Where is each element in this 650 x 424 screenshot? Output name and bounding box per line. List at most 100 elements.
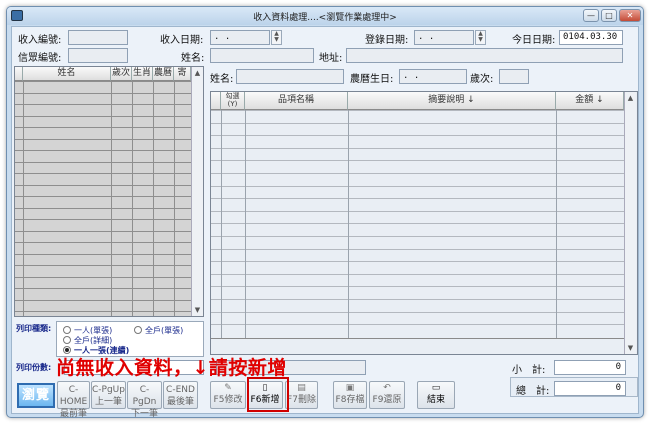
table-row[interactable] (15, 161, 191, 163)
table-row[interactable] (211, 110, 624, 111)
save-button[interactable]: ▣ F8存檔 (333, 381, 367, 409)
button-label: 上一筆 (94, 397, 122, 407)
table-row[interactable] (211, 273, 624, 275)
income-date-field[interactable]: . . (210, 30, 270, 45)
lunar-birth-label: 農曆生日: (350, 74, 394, 85)
restore-button[interactable]: ↶ F9還原 (369, 381, 405, 409)
table-row[interactable] (211, 311, 624, 313)
total-label: 總 計: (516, 386, 550, 397)
col-header-name[interactable]: 姓名 (23, 67, 111, 81)
option-label: 全戶(單張) (145, 326, 184, 335)
total-field: 0 (554, 381, 626, 396)
table-row[interactable] (211, 324, 624, 326)
record-date-spinner[interactable]: ▲ ▼ (475, 30, 486, 45)
col-header-lunar[interactable]: 農曆 (153, 67, 174, 81)
table-row[interactable] (15, 311, 191, 312)
table-row[interactable] (211, 299, 624, 300)
record-date-field[interactable]: . . (414, 30, 474, 45)
table-row[interactable] (15, 276, 191, 278)
button-label: 最後筆 (166, 397, 194, 407)
table-row[interactable] (211, 160, 624, 162)
income-no-field[interactable] (68, 30, 128, 45)
table-row[interactable] (15, 92, 191, 94)
table-row[interactable] (15, 230, 191, 232)
table-row[interactable] (211, 210, 624, 212)
col-header-summary[interactable]: 摘要說明 ↓ (348, 92, 556, 110)
believer-no-field[interactable] (68, 48, 128, 63)
table-row[interactable] (15, 265, 191, 266)
first-record-button[interactable]: C-HOME 最前筆 (57, 381, 90, 417)
believer-no-label: 信眾編號: (18, 53, 62, 64)
income-date-spinner[interactable]: ▲ ▼ (271, 30, 282, 45)
table-row[interactable] (15, 104, 191, 105)
table-row[interactable] (211, 185, 624, 187)
table-row[interactable] (15, 150, 191, 151)
lunar-birth-field[interactable]: . . (399, 69, 467, 84)
table-row[interactable] (15, 207, 191, 209)
radio-one-person-single[interactable] (63, 326, 71, 334)
col-header-check[interactable]: 勾選 (Y) (221, 92, 245, 110)
believer-list-grid[interactable]: 姓名 歲次 生肖 農曆 寄 ▲ ▼ (14, 66, 204, 317)
table-row[interactable] (211, 147, 624, 149)
address-label: 地址: (319, 53, 343, 64)
col-header-zodiac[interactable]: 生肖 (132, 67, 153, 81)
table-row[interactable] (15, 253, 191, 255)
table-row[interactable] (211, 198, 624, 200)
button-key-label: F9還原 (372, 395, 402, 405)
print-type-label: 列印種類: (16, 324, 52, 333)
table-row[interactable] (211, 223, 624, 225)
last-record-button[interactable]: C-END 最後筆 (163, 381, 198, 409)
scroll-up-icon[interactable]: ▲ (193, 68, 202, 78)
table-row[interactable] (211, 261, 624, 263)
right-grid-scrollbar[interactable]: ▲ ▼ (624, 92, 636, 354)
edit-button[interactable]: ✎ F5修改 (210, 381, 246, 409)
next-record-button[interactable]: C-PgDn 下一筆 (127, 381, 162, 417)
scroll-down-icon[interactable]: ▼ (193, 305, 202, 315)
address-field[interactable] (346, 48, 623, 63)
table-row[interactable] (15, 288, 191, 289)
table-row[interactable] (15, 196, 191, 197)
minimize-button[interactable]: — (583, 9, 599, 22)
table-row[interactable] (15, 127, 191, 128)
table-row[interactable] (15, 299, 191, 301)
name-label: 姓名: (181, 53, 205, 64)
detail-name-field[interactable] (236, 69, 344, 84)
table-row[interactable] (15, 242, 191, 243)
col-header-item-name[interactable]: 品項名稱 (245, 92, 348, 110)
table-row[interactable] (15, 184, 191, 186)
left-grid-scrollbar[interactable]: ▲ ▼ (191, 67, 203, 316)
table-row[interactable] (15, 173, 191, 174)
button-key-label: F7刪除 (287, 395, 316, 405)
income-items-grid[interactable]: 勾選 (Y) 品項名稱 摘要說明 ↓ 金額 ↓ ▲ ▼ (210, 91, 638, 355)
table-row[interactable] (15, 81, 191, 82)
table-row[interactable] (211, 122, 624, 124)
close-button[interactable]: ✕ (619, 9, 641, 22)
detail-age-label: 歲次: (470, 74, 494, 85)
col-header-age[interactable]: 歲次 (111, 67, 132, 81)
scroll-up-icon[interactable]: ▲ (626, 93, 635, 103)
window-title: 收入資料處理....<瀏覽作業處理中> (253, 13, 397, 23)
table-row[interactable] (211, 173, 624, 174)
grid-footer-line (211, 338, 624, 339)
scroll-down-icon[interactable]: ▼ (626, 343, 635, 353)
table-row[interactable] (15, 138, 191, 140)
table-row[interactable] (211, 248, 624, 250)
button-key-label: F5修改 (213, 395, 243, 405)
name-field[interactable] (210, 48, 314, 63)
radio-household-detail[interactable] (63, 336, 71, 344)
col-header-amount[interactable]: 金額 ↓ (556, 92, 624, 110)
detail-age-field[interactable] (499, 69, 529, 84)
exit-button[interactable]: ▭ 結束 (417, 381, 455, 409)
table-row[interactable] (15, 115, 191, 117)
delete-button[interactable]: ▤ F7刪除 (285, 381, 318, 409)
button-label: 下一筆 (130, 409, 158, 418)
col-header-send[interactable]: 寄 (174, 67, 191, 81)
table-row[interactable] (211, 135, 624, 137)
title-bar: 收入資料處理....<瀏覽作業處理中> — □ ✕ (7, 7, 643, 25)
table-row[interactable] (211, 286, 624, 288)
prev-record-button[interactable]: C-PgUp 上一筆 (91, 381, 126, 409)
table-row[interactable] (211, 236, 624, 237)
radio-household-single[interactable] (134, 326, 142, 334)
table-row[interactable] (15, 219, 191, 220)
maximize-button[interactable]: □ (601, 9, 617, 22)
